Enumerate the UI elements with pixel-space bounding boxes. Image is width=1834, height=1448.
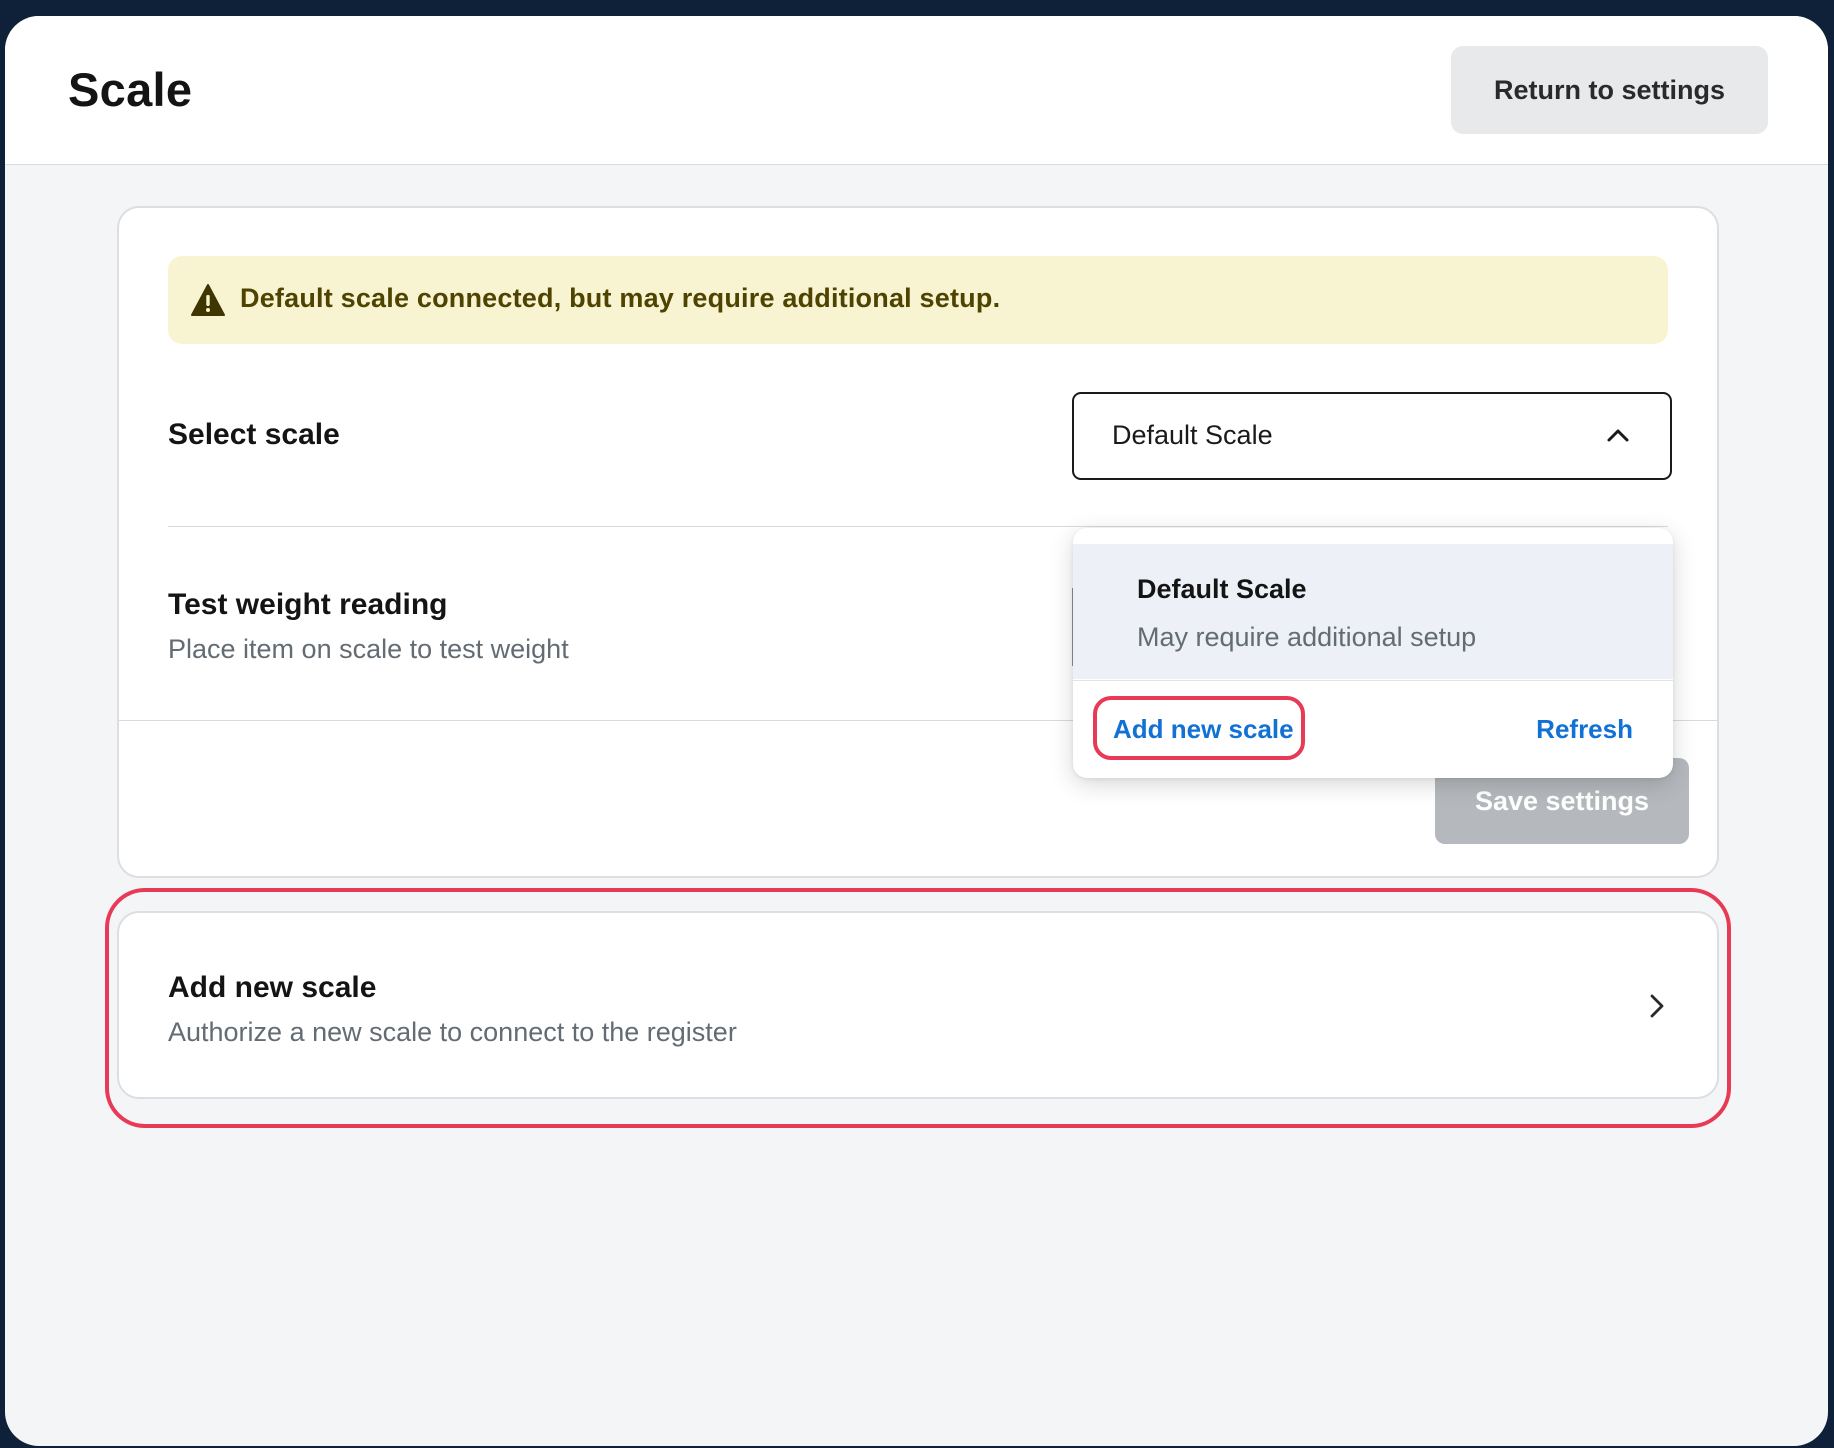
add-new-scale-subtitle: Authorize a new scale to connect to the … bbox=[168, 1017, 737, 1047]
section-divider bbox=[168, 526, 1668, 527]
app-window: Scale Return to settings Default scale c… bbox=[5, 16, 1828, 1446]
scale-option[interactable]: Default Scale May require additional set… bbox=[1073, 544, 1673, 679]
page-title: Scale bbox=[68, 63, 193, 116]
warning-icon bbox=[190, 283, 226, 317]
warning-alert: Default scale connected, but may require… bbox=[168, 256, 1668, 344]
dropdown-divider bbox=[1073, 680, 1673, 681]
add-new-scale-link[interactable]: Add new scale bbox=[1113, 714, 1294, 745]
scale-option-title: Default Scale bbox=[1137, 574, 1307, 604]
top-bar: Scale Return to settings bbox=[5, 16, 1828, 165]
refresh-link[interactable]: Refresh bbox=[1536, 714, 1633, 745]
add-new-scale-card[interactable]: Add new scale Authorize a new scale to c… bbox=[117, 911, 1719, 1099]
test-weight-subtitle: Place item on scale to test weight bbox=[168, 634, 569, 664]
scale-option-subtitle: May require additional setup bbox=[1137, 622, 1477, 652]
alert-message: Default scale connected, but may require… bbox=[240, 283, 1001, 313]
scale-dropdown-menu: Default Scale May require additional set… bbox=[1073, 528, 1673, 778]
add-new-scale-title: Add new scale bbox=[168, 971, 377, 1004]
scale-select-value: Default Scale bbox=[1112, 420, 1273, 450]
return-to-settings-button[interactable]: Return to settings bbox=[1451, 46, 1768, 134]
chevron-right-icon bbox=[1649, 993, 1665, 1019]
scale-select[interactable]: Default Scale bbox=[1072, 392, 1672, 480]
select-scale-label: Select scale bbox=[168, 418, 340, 451]
test-weight-title: Test weight reading bbox=[168, 588, 448, 621]
chevron-up-icon bbox=[1606, 425, 1630, 445]
